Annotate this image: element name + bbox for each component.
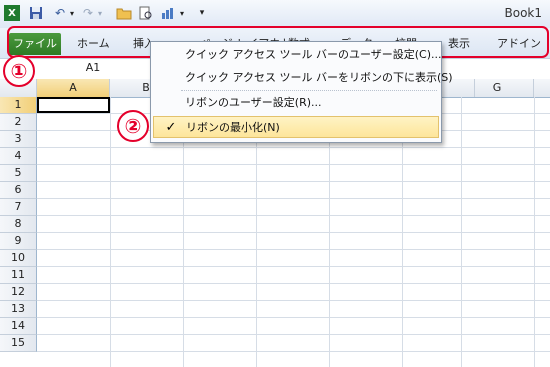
grid-line	[37, 198, 550, 199]
column-header[interactable]: A	[37, 79, 110, 97]
open-icon[interactable]	[116, 5, 132, 21]
menu-item-label: リボンのユーザー設定(R)...	[185, 96, 322, 109]
redo-dropdown-icon[interactable]: ▾	[92, 5, 108, 21]
undo-dropdown-icon[interactable]: ▾	[64, 5, 80, 21]
menu-item-label: リボンの最小化(N)	[186, 121, 280, 134]
grid-line	[37, 317, 550, 318]
grid-line	[37, 147, 550, 148]
grid-line	[37, 283, 550, 284]
grid-line	[37, 249, 550, 250]
grid-line	[37, 266, 550, 267]
grid-line	[37, 215, 550, 216]
row-header[interactable]: 11	[0, 267, 37, 284]
row-header[interactable]: 6	[0, 182, 37, 199]
menu-item-customize-qat[interactable]: クイック アクセス ツール バーのユーザー設定(C)...	[151, 44, 441, 66]
row-header[interactable]: 13	[0, 301, 37, 318]
excel-logo-icon[interactable]: X	[4, 5, 20, 21]
callout-2: ②	[117, 110, 149, 142]
menu-item-minimize-ribbon[interactable]: ✓ リボンの最小化(N)	[153, 116, 439, 138]
grid-line	[37, 300, 550, 301]
grid-line	[37, 334, 550, 335]
grid-line	[37, 181, 550, 182]
grid-line	[37, 232, 550, 233]
row-header[interactable]: 15	[0, 335, 37, 352]
print-preview-icon[interactable]	[138, 5, 154, 21]
save-icon[interactable]	[28, 5, 44, 21]
grid-line	[37, 164, 550, 165]
row-header[interactable]: 4	[0, 148, 37, 165]
row-header[interactable]: 3	[0, 131, 37, 148]
row-header[interactable]: 7	[0, 199, 37, 216]
row-header[interactable]: 1	[0, 97, 37, 114]
row-header[interactable]: 14	[0, 318, 37, 335]
menu-item-label: クイック アクセス ツール バーをリボンの下に表示(S)	[185, 71, 453, 84]
menu-item-show-qat-below[interactable]: クイック アクセス ツール バーをリボンの下に表示(S)	[151, 67, 453, 89]
chart-dropdown-icon[interactable]: ▾	[174, 5, 190, 21]
row-header[interactable]: 5	[0, 165, 37, 182]
row-header[interactable]: 12	[0, 284, 37, 301]
row-header[interactable]: 8	[0, 216, 37, 233]
quick-access-toolbar: X ↶ ▾ ↷ ▾ ▾ ▾ Book1	[0, 0, 550, 29]
callout-1: ①	[3, 55, 35, 87]
name-box[interactable]: A1	[38, 58, 148, 78]
active-cell[interactable]	[37, 97, 110, 113]
menu-item-customize-ribbon[interactable]: リボンのユーザー設定(R)...	[151, 92, 441, 114]
check-icon: ✓	[165, 120, 177, 135]
grid-line	[37, 351, 550, 352]
menu-item-label: クイック アクセス ツール バーのユーザー設定(C)...	[185, 48, 442, 61]
row-header[interactable]: 2	[0, 114, 37, 131]
ribbon-context-menu: クイック アクセス ツール バーのユーザー設定(C)... クイック アクセス …	[150, 41, 453, 143]
customize-qat-icon[interactable]: ▾	[194, 5, 210, 21]
window-title: Book1	[504, 6, 543, 20]
row-header[interactable]: 9	[0, 233, 37, 250]
row-header[interactable]: 10	[0, 250, 37, 267]
menu-separator	[181, 90, 437, 91]
column-header[interactable]: G	[461, 79, 534, 97]
